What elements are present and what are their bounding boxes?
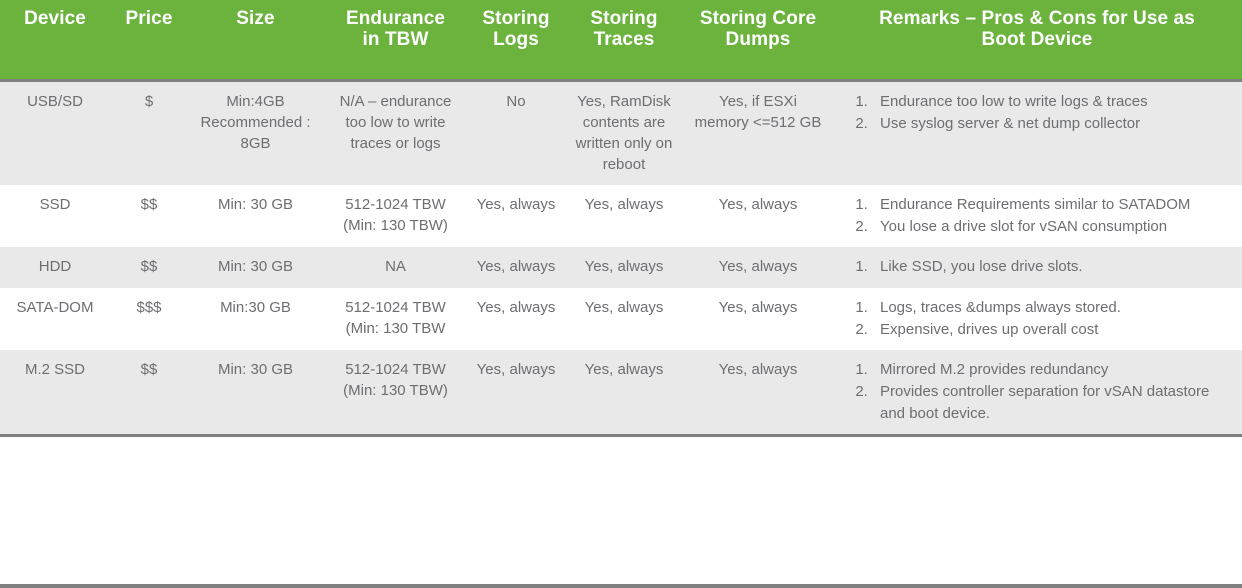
table-row: SATA-DOM $$$ Min:30 GB 512-1024 TBW (Min… bbox=[0, 287, 1242, 351]
cell-storing-core-dumps: Yes, always bbox=[718, 361, 798, 379]
remarks-list: Endurance too low to write logs & traces… bbox=[846, 91, 1234, 135]
table-row: USB/SD $ Min:4GB Recommended : 8GB N/A –… bbox=[0, 80, 1242, 185]
boot-device-comparison-table: Device Price Size Endurance in TBW Stori… bbox=[0, 0, 1242, 437]
cell-storing-logs: Yes, always bbox=[476, 258, 556, 276]
column-header-device: Device bbox=[0, 0, 110, 80]
table-bottom-rule bbox=[0, 584, 1242, 588]
cell-device: SSD bbox=[39, 195, 71, 213]
cell-device: HDD bbox=[38, 258, 72, 276]
list-item: Endurance too low to write logs & traces bbox=[872, 91, 1234, 112]
column-header-storing-traces-line1: Storing bbox=[590, 8, 658, 29]
list-item: Endurance Requirements similar to SATADO… bbox=[872, 194, 1234, 215]
column-header-storing-logs-line1: Storing bbox=[482, 8, 550, 29]
table-row: M.2 SSD $$ Min: 30 GB 512-1024 TBW (Min:… bbox=[0, 350, 1242, 436]
column-header-storing-core-dumps-line1: Storing Core bbox=[699, 8, 817, 29]
list-item: Like SSD, you lose drive slots. bbox=[872, 256, 1234, 277]
list-item: Provides controller separation for vSAN … bbox=[872, 381, 1234, 424]
cell-remarks: Like SSD, you lose drive slots. bbox=[832, 247, 1242, 287]
cell-endurance: 512-1024 TBW (Min: 130 TBW) bbox=[343, 361, 448, 400]
cell-size: Min: 30 GB bbox=[217, 195, 294, 213]
cell-storing-logs: Yes, always bbox=[476, 298, 556, 316]
cell-price: $ bbox=[144, 92, 154, 110]
cell-storing-traces: Yes, RamDisk contents are written only o… bbox=[575, 92, 673, 174]
table-row: HDD $$ Min: 30 GB NA Yes, always Yes, al… bbox=[0, 247, 1242, 288]
column-header-size-line1: Size bbox=[236, 8, 275, 29]
table-row: SSD $$ Min: 30 GB 512-1024 TBW (Min: 130… bbox=[0, 184, 1242, 248]
list-item: Logs, traces &dumps always stored. bbox=[872, 297, 1234, 318]
cell-size: Min:30 GB bbox=[220, 298, 291, 316]
cell-remarks: Endurance too low to write logs & traces… bbox=[832, 80, 1242, 185]
cell-endurance: 512-1024 TBW (Min: 130 TBW bbox=[345, 298, 446, 337]
cell-size: Min: 30 GB bbox=[217, 258, 294, 276]
cell-remarks: Endurance Requirements similar to SATADO… bbox=[832, 185, 1242, 248]
cell-storing-traces: Yes, always bbox=[584, 195, 664, 213]
remarks-list: Logs, traces &dumps always stored. Expen… bbox=[846, 297, 1234, 341]
table-header-row: Device Price Size Endurance in TBW Stori… bbox=[0, 0, 1242, 80]
remarks-list: Mirrored M.2 provides redundancy Provide… bbox=[846, 359, 1234, 424]
cell-price: $$ bbox=[140, 258, 158, 276]
column-header-storing-logs-line2: Logs bbox=[493, 29, 539, 51]
cell-remarks: Logs, traces &dumps always stored. Expen… bbox=[832, 288, 1242, 351]
remarks-list: Endurance Requirements similar to SATADO… bbox=[846, 194, 1234, 238]
cell-endurance: NA bbox=[385, 258, 406, 276]
cell-price: $$ bbox=[140, 361, 158, 379]
cell-size: Min: 30 GB bbox=[217, 361, 294, 379]
column-header-endurance-line1: Endurance bbox=[345, 8, 446, 29]
cell-storing-traces: Yes, always bbox=[584, 361, 664, 379]
cell-storing-core-dumps: Yes, if ESXi memory <=512 GB bbox=[694, 92, 822, 131]
cell-storing-logs: Yes, always bbox=[476, 361, 556, 379]
cell-storing-traces: Yes, always bbox=[584, 258, 664, 276]
column-header-storing-traces: Storing Traces bbox=[564, 0, 684, 80]
cell-endurance: N/A – endurance too low to write traces … bbox=[339, 92, 452, 153]
cell-storing-logs: No bbox=[506, 92, 526, 110]
list-item: Use syslog server & net dump collector bbox=[872, 113, 1234, 134]
column-header-storing-core-dumps: Storing Core Dumps bbox=[684, 0, 832, 80]
column-header-storing-core-dumps-line2: Dumps bbox=[725, 29, 791, 51]
cell-device: M.2 SSD bbox=[24, 361, 85, 379]
column-header-endurance-line2: in TBW bbox=[362, 29, 429, 51]
cell-size: Min:4GB Recommended : 8GB bbox=[200, 92, 311, 153]
cell-price: $$ bbox=[140, 195, 158, 213]
list-item: Mirrored M.2 provides redundancy bbox=[872, 359, 1234, 380]
column-header-remarks: Remarks – Pros & Cons for Use as Boot De… bbox=[832, 0, 1242, 80]
column-header-remarks-line1: Remarks – Pros & Cons for Use as bbox=[879, 8, 1195, 29]
column-header-storing-logs: Storing Logs bbox=[468, 0, 564, 80]
cell-storing-core-dumps: Yes, always bbox=[718, 195, 798, 213]
column-header-remarks-line2: Boot Device bbox=[981, 29, 1093, 51]
column-header-size: Size bbox=[188, 0, 323, 80]
cell-device: SATA-DOM bbox=[16, 298, 94, 316]
cell-storing-logs: Yes, always bbox=[476, 195, 556, 213]
column-header-price-line1: Price bbox=[125, 8, 173, 29]
column-header-price: Price bbox=[110, 0, 188, 80]
cell-storing-core-dumps: Yes, always bbox=[718, 298, 798, 316]
cell-endurance: 512-1024 TBW (Min: 130 TBW) bbox=[343, 195, 448, 234]
table-header: Device Price Size Endurance in TBW Stori… bbox=[0, 0, 1242, 80]
table-body: USB/SD $ Min:4GB Recommended : 8GB N/A –… bbox=[0, 80, 1242, 436]
cell-storing-traces: Yes, always bbox=[584, 298, 664, 316]
column-header-storing-traces-line2: Traces bbox=[593, 29, 655, 51]
list-item: You lose a drive slot for vSAN consumpti… bbox=[872, 216, 1234, 237]
column-header-device-line1: Device bbox=[24, 8, 86, 29]
boot-device-comparison-table-container: Device Price Size Endurance in TBW Stori… bbox=[0, 0, 1242, 588]
remarks-list: Like SSD, you lose drive slots. bbox=[846, 256, 1234, 277]
column-header-endurance: Endurance in TBW bbox=[323, 0, 468, 80]
cell-price: $$$ bbox=[136, 298, 162, 316]
cell-storing-core-dumps: Yes, always bbox=[718, 258, 798, 276]
list-item: Expensive, drives up overall cost bbox=[872, 319, 1234, 340]
cell-remarks: Mirrored M.2 provides redundancy Provide… bbox=[832, 350, 1242, 435]
cell-device: USB/SD bbox=[27, 92, 83, 110]
